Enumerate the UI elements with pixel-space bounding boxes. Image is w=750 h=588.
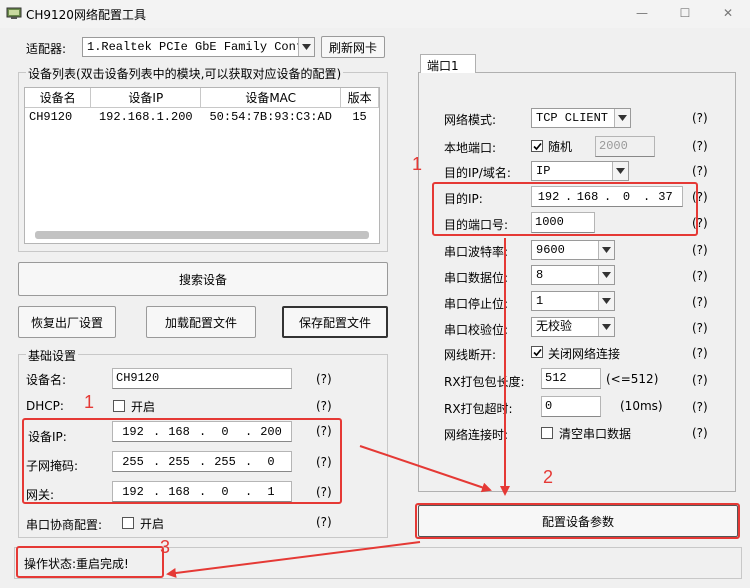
annotation-arrows xyxy=(166,238,510,578)
arrow-to-status xyxy=(166,541,421,578)
arrow-to-apply-from-basic xyxy=(359,445,492,493)
